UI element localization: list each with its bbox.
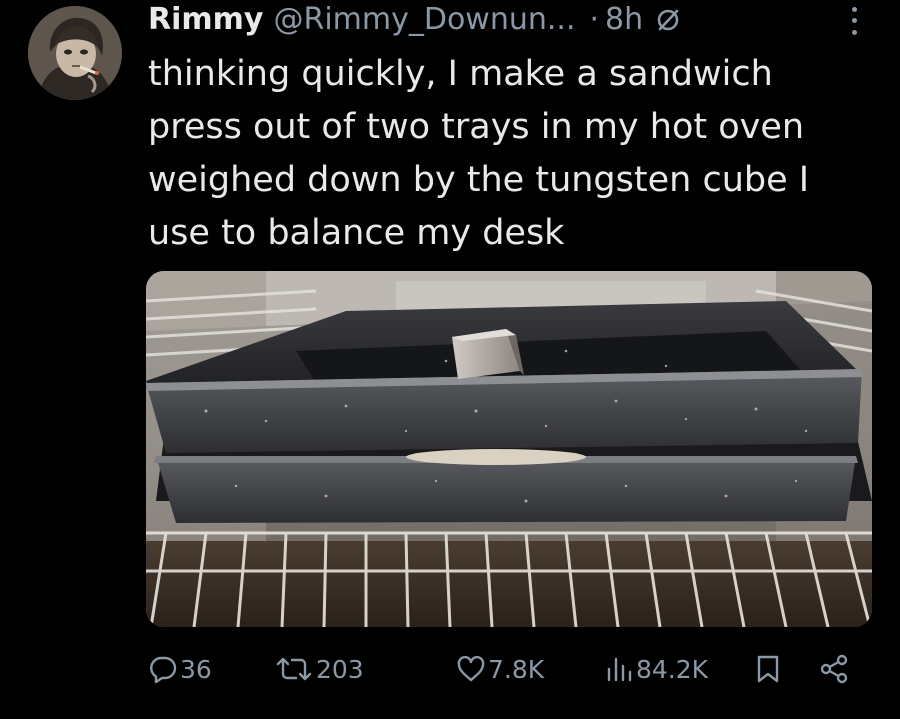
retweet-count: 203 [316, 654, 364, 684]
header-separator: · [589, 2, 600, 37]
display-name[interactable]: Rimmy [148, 0, 263, 40]
more-options-icon[interactable] [843, 4, 865, 38]
bookmark-icon [757, 655, 779, 683]
like-icon [457, 655, 485, 682]
avatar[interactable] [28, 6, 122, 100]
like-count: 7.8K [488, 654, 545, 684]
tweet: Rimmy @Rimmy_Downun... · 8h thinking qui… [0, 0, 900, 719]
retweet-icon [276, 657, 312, 681]
tweet-text: thinking quickly, I make a sandwich pres… [148, 48, 868, 260]
tweet-text-line: use to balance my desk [148, 213, 565, 253]
reply-button[interactable]: 36 [148, 648, 212, 690]
reply-icon [150, 656, 177, 684]
bookmark-button[interactable] [754, 648, 784, 690]
retweet-button[interactable]: 203 [274, 648, 364, 690]
reply-count: 36 [180, 654, 212, 684]
tweet-media[interactable] [146, 271, 872, 627]
tweet-text-line: press out of two trays in my hot oven [148, 107, 805, 147]
oven-photo [146, 271, 872, 627]
tweet-header: Rimmy @Rimmy_Downun... · 8h [148, 0, 868, 40]
share-button[interactable] [818, 648, 852, 690]
tweet-text-line: thinking quickly, I make a sandwich [148, 54, 773, 94]
views-button[interactable]: 84.2K [604, 648, 708, 690]
like-button[interactable]: 7.8K [456, 648, 544, 690]
share-icon [820, 654, 848, 684]
views-count: 84.2K [636, 654, 709, 684]
avatar-image [28, 6, 122, 100]
views-icon [607, 657, 632, 682]
user-handle[interactable]: @Rimmy_Downun... [273, 0, 575, 40]
timestamp[interactable]: 8h [605, 0, 643, 40]
tweet-text-line: weighed down by the tungsten cube I [148, 160, 810, 200]
tweet-actions: 36 203 7.8K 84.2K [146, 648, 872, 690]
muted-icon [655, 7, 681, 33]
